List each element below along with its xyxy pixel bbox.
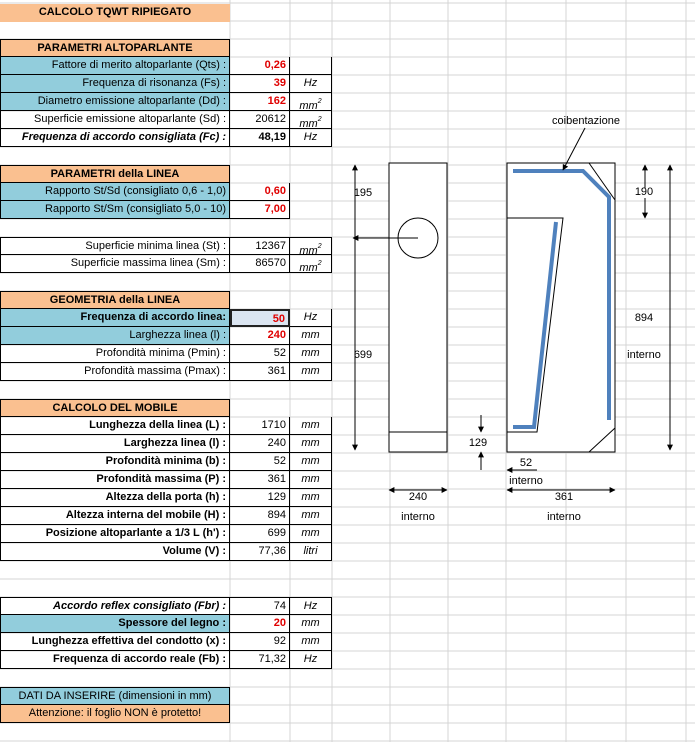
port-dim: 129: [469, 437, 487, 449]
side-max-dim: 361: [555, 491, 573, 503]
side-min-note: interno: [509, 475, 543, 487]
side-top-dim: 190: [635, 186, 653, 198]
front-panel: [388, 162, 448, 453]
side-max-note: interno: [547, 511, 581, 523]
insulation-label: coibentazione: [552, 115, 620, 127]
side-height-dim: 894: [635, 312, 653, 324]
front-height-dim: 699: [354, 349, 372, 361]
side-min-dim: 52: [520, 457, 532, 469]
cabinet-diagram: 195 699 129 240 interno coibentazione 19…: [352, 115, 673, 523]
side-view: coibentazione 190 894 interno 52 interno…: [506, 115, 673, 523]
front-top-dim: 195: [354, 187, 372, 199]
front-width-note: interno: [401, 511, 435, 523]
side-height-note: interno: [627, 349, 661, 361]
side-panel: [506, 162, 616, 453]
front-width-dim: 240: [409, 491, 427, 503]
front-view: 195 699 129 240 interno: [352, 162, 487, 523]
